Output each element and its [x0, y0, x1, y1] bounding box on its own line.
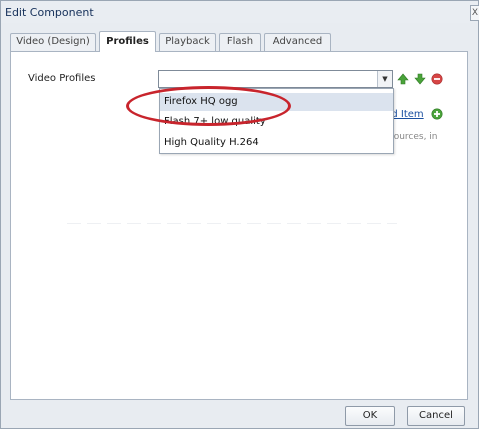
tab-profiles[interactable]: Profiles — [99, 31, 156, 52]
edit-component-dialog: Edit Component X Video (Design) Profiles… — [0, 0, 479, 429]
cancel-button[interactable]: Cancel — [407, 406, 465, 426]
tab-playback[interactable]: Playback — [159, 33, 216, 51]
ok-button[interactable]: OK — [345, 406, 395, 426]
video-profiles-label: Video Profiles — [28, 73, 96, 84]
helper-text: sources, in — [389, 132, 438, 142]
remove-icon[interactable] — [431, 73, 443, 85]
title-bar[interactable]: Edit Component X — [1, 1, 479, 23]
tab-flash[interactable]: Flash — [219, 33, 261, 51]
tab-strip: Video (Design) Profiles Playback Flash A… — [1, 23, 478, 52]
tab-video-design[interactable]: Video (Design) — [10, 33, 96, 51]
profiles-dropdown-list: Firefox HQ ogg Flash 7+ low quality High… — [159, 88, 394, 154]
dialog-title: Edit Component — [5, 6, 94, 19]
arrow-up-icon[interactable] — [397, 73, 409, 85]
dropdown-option-firefox-hq-ogg[interactable]: Firefox HQ ogg — [160, 93, 393, 111]
faint-text-artifact — [67, 223, 397, 224]
chevron-down-icon[interactable]: ▼ — [377, 71, 392, 87]
dropdown-option-flash-low-quality[interactable]: Flash 7+ low quality — [164, 116, 266, 127]
video-profiles-select[interactable]: ▼ — [158, 70, 393, 88]
arrow-down-icon[interactable] — [414, 73, 426, 85]
close-icon: X — [471, 8, 479, 18]
dropdown-option-high-quality-h264[interactable]: High Quality H.264 — [164, 137, 259, 148]
close-button[interactable]: X — [470, 5, 479, 21]
add-icon[interactable] — [431, 108, 443, 120]
tab-advanced[interactable]: Advanced — [264, 33, 331, 51]
profiles-panel: Video Profiles ▼ Firefox HQ ogg Flash 7+… — [10, 51, 468, 400]
